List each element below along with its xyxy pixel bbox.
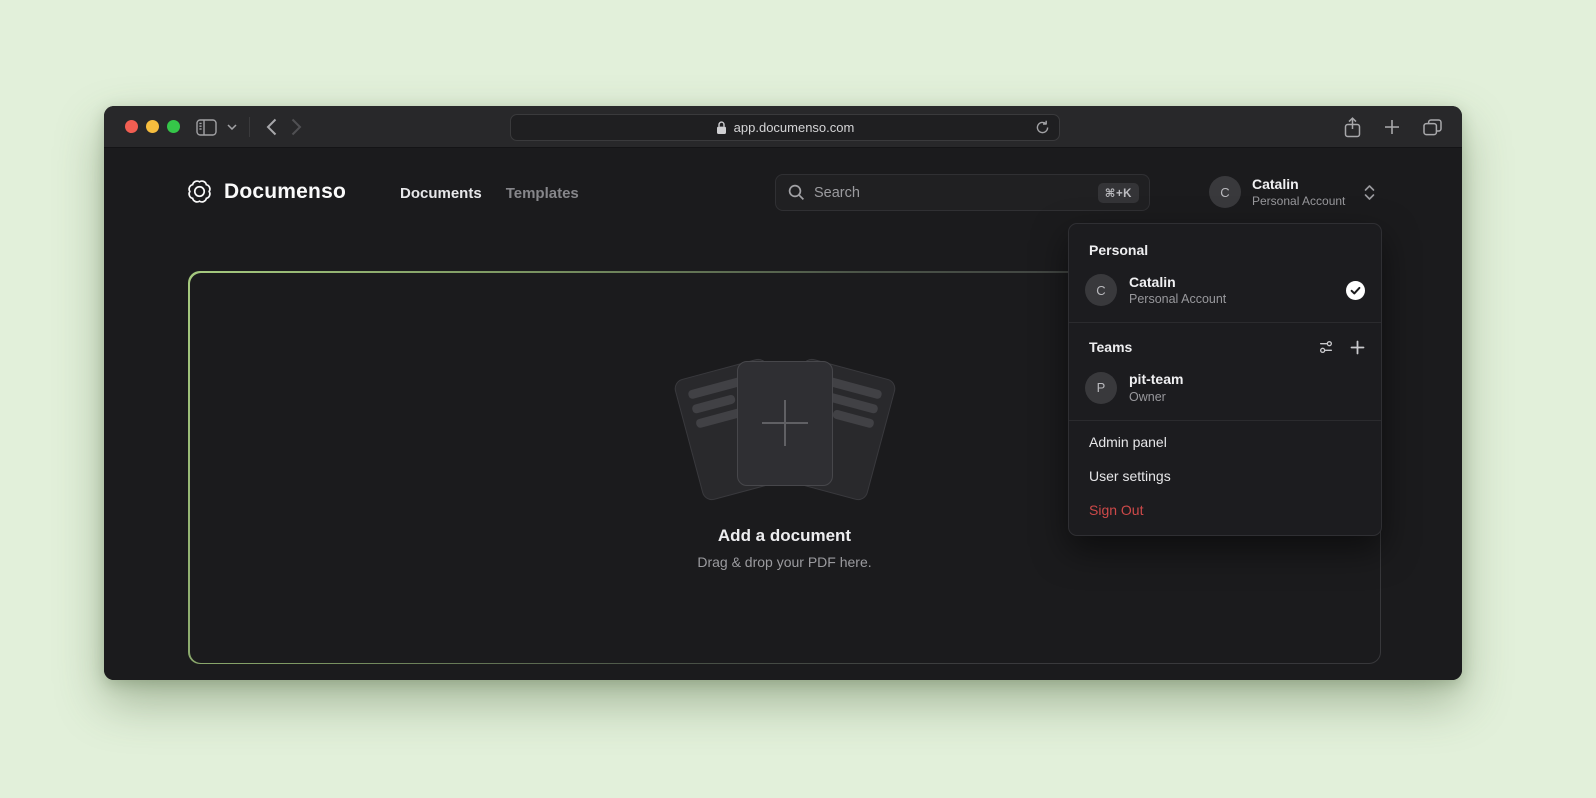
app-page: Documenso Documents Templates Search ⌘+K… [104, 149, 1462, 680]
browser-toolbar: app.documenso.com [104, 106, 1462, 148]
personal-avatar: C [1085, 274, 1117, 306]
add-team-icon[interactable] [1350, 340, 1365, 355]
account-menu: Personal C Catalin Personal Account Team… [1068, 223, 1382, 536]
forward-button[interactable] [291, 118, 302, 136]
new-tab-icon[interactable] [1384, 119, 1400, 135]
personal-subtitle: Personal Account [1129, 291, 1226, 307]
lock-icon [716, 121, 727, 135]
brand[interactable]: Documenso [186, 178, 346, 205]
menu-divider [1069, 420, 1381, 421]
back-button[interactable] [266, 118, 277, 136]
sidebar-toggle-icon[interactable] [196, 119, 217, 136]
personal-section-label: Personal [1069, 230, 1381, 264]
minimize-window-button[interactable] [146, 120, 159, 133]
search-shortcut-badge: ⌘+K [1098, 183, 1139, 203]
browser-window: app.documenso.com [104, 106, 1462, 680]
stack-card-center [737, 361, 833, 486]
menu-item-sign-out[interactable]: Sign Out [1069, 493, 1381, 527]
manage-teams-icon[interactable] [1318, 339, 1334, 355]
search-icon [788, 184, 805, 201]
address-bar-url: app.documenso.com [734, 120, 855, 135]
team-role: Owner [1129, 389, 1183, 405]
brand-name: Documenso [224, 180, 346, 204]
account-avatar: C [1209, 176, 1241, 208]
menu-item-admin-panel[interactable]: Admin panel [1069, 425, 1381, 459]
check-circle-icon [1346, 281, 1365, 300]
team-name: pit-team [1129, 370, 1183, 388]
nav-templates[interactable]: Templates [506, 185, 579, 202]
teams-section-label: Teams [1089, 339, 1318, 355]
account-name: Catalin [1252, 176, 1345, 194]
empty-state-subtitle: Drag & drop your PDF here. [190, 554, 1380, 570]
menu-item-personal-account[interactable]: C Catalin Personal Account [1069, 264, 1381, 318]
close-window-button[interactable] [125, 120, 138, 133]
sidebar-chevron-down-icon[interactable] [227, 124, 237, 130]
menu-item-user-settings[interactable]: User settings [1069, 459, 1381, 493]
documenso-logo-icon [186, 178, 213, 205]
address-bar[interactable]: app.documenso.com [510, 114, 1060, 141]
personal-name: Catalin [1129, 273, 1226, 291]
chevrons-up-down-icon [1364, 184, 1375, 201]
toolbar-divider [249, 117, 250, 137]
team-avatar: P [1085, 372, 1117, 404]
main-nav: Documents Templates [400, 185, 579, 202]
reload-icon[interactable] [1035, 120, 1050, 135]
menu-divider [1069, 322, 1381, 323]
fullscreen-window-button[interactable] [167, 120, 180, 133]
tab-overview-icon[interactable] [1423, 119, 1442, 136]
search-placeholder: Search [814, 185, 1089, 201]
account-chip[interactable]: C Catalin Personal Account [1209, 176, 1375, 209]
window-controls [125, 120, 180, 133]
share-icon[interactable] [1344, 117, 1361, 138]
plus-icon [762, 400, 808, 446]
search-input[interactable]: Search ⌘+K [775, 174, 1150, 211]
menu-item-team-pit-team[interactable]: P pit-team Owner [1069, 361, 1381, 415]
nav-documents[interactable]: Documents [400, 185, 482, 202]
account-subtitle: Personal Account [1252, 194, 1345, 209]
